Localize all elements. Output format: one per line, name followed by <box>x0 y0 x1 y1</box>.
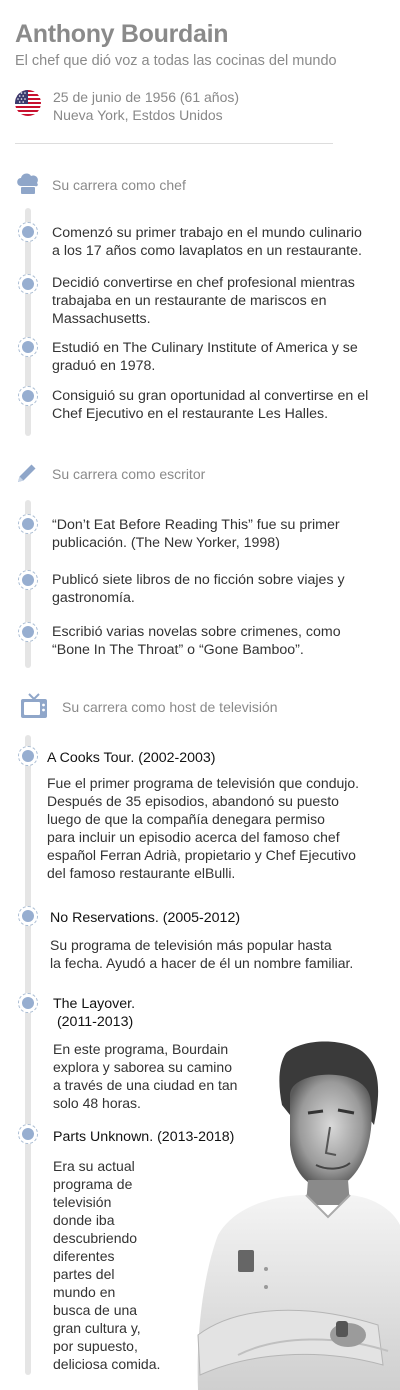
list-item: Escribió varias novelas sobre crimenes, … <box>52 624 341 658</box>
chef-portrait <box>178 1035 400 1390</box>
show-title: No Reservations. (2005-2012) <box>50 910 241 926</box>
section-title-chef: Su carrera como chef <box>52 177 186 193</box>
timeline-dot <box>18 386 38 406</box>
timeline-dot <box>18 746 38 766</box>
list-item: Publicó siete libros de no ficción sobre… <box>52 572 345 606</box>
page-subtitle: El chef que dió voz a todas las cocinas … <box>15 53 337 69</box>
birth-info: 25 de junio de 1956 (61 años) Nueva York… <box>53 88 239 124</box>
list-item: Consiguió su gran oportunidad al convert… <box>52 388 369 422</box>
timeline-track-tv <box>25 735 31 1375</box>
timeline-dot <box>18 622 38 642</box>
timeline-dot <box>18 514 38 534</box>
show-description: Fue el primer programa de televisión que… <box>47 775 360 881</box>
timeline-dot <box>18 906 38 926</box>
show-title: The Layover. (2011-2013) <box>53 996 136 1030</box>
list-item: Estudió en The Culinary Institute of Ame… <box>52 340 358 374</box>
timeline-dot <box>18 274 38 294</box>
birth-place: Nueva York, Estdos Unidos <box>53 107 223 123</box>
timeline-dot <box>18 570 38 590</box>
television-icon <box>20 693 48 724</box>
show-description: Su programa de televisión más popular ha… <box>50 937 354 971</box>
timeline-dot <box>18 222 38 242</box>
timeline-dot <box>18 1124 38 1144</box>
list-item: Decidió convertirse en chef profesional … <box>52 275 355 327</box>
chef-hat-icon <box>15 172 41 201</box>
pencil-icon <box>15 461 39 490</box>
us-flag-icon <box>15 90 41 116</box>
section-title-tv: Su carrera como host de televisión <box>62 699 278 715</box>
show-title: A Cooks Tour. (2002-2003) <box>47 750 216 766</box>
section-title-writer: Su carrera como escritor <box>52 466 206 482</box>
show-description: Era su actual programa de televisión donde … <box>53 1158 161 1372</box>
birth-date: 25 de junio de 1956 (61 años) <box>53 89 240 105</box>
timeline-dot <box>18 337 38 357</box>
list-item: Comenzó su primer trabajo en el mundo cu… <box>52 225 362 259</box>
timeline-dot <box>18 993 38 1013</box>
list-item: “Don’t Eat Before Reading This” fue su p… <box>52 517 340 551</box>
header-divider <box>15 143 333 144</box>
page-title: Anthony Bourdain <box>15 20 229 48</box>
